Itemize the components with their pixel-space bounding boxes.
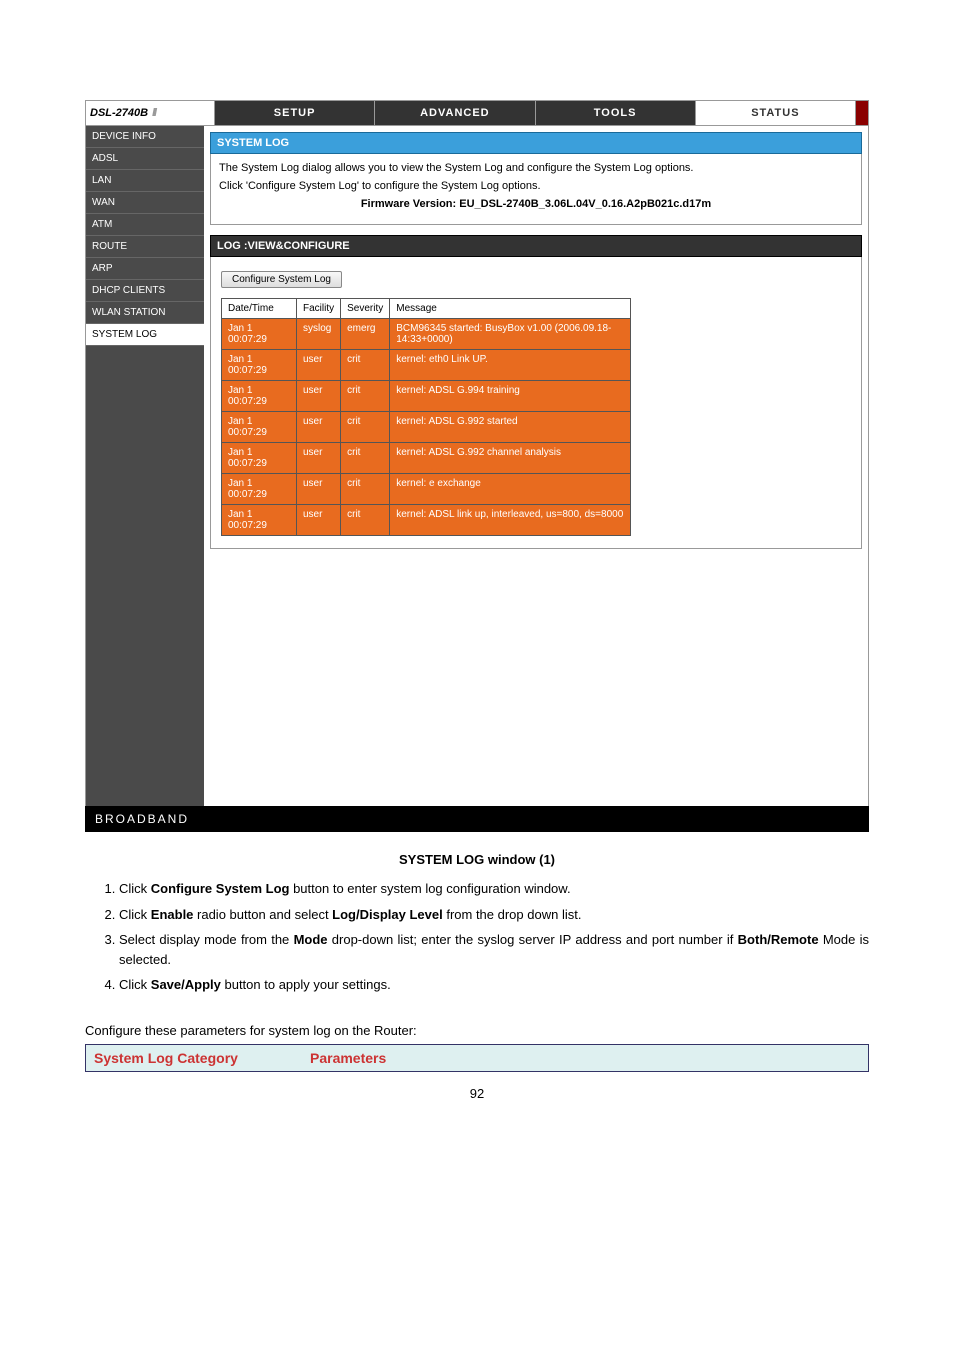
col-facility: Facility (297, 299, 341, 319)
cell-msg: BCM96345 started: BusyBox v1.00 (2006.09… (390, 319, 631, 350)
left-sidebar: DEVICE INFO ADSL LAN WAN ATM ROUTE ARP D… (86, 126, 204, 806)
system-log-table: Date/Time Facility Severity Message Jan … (221, 298, 631, 536)
section-title-bar: SYSTEM LOG (210, 132, 862, 154)
param-table-header: System Log Category Parameters (85, 1044, 869, 1072)
cell-dt: Jan 1 00:07:29 (222, 474, 297, 505)
firmware-version: Firmware Version: EU_DSL-2740B_3.06L.04V… (219, 198, 853, 210)
tab-setup[interactable]: SETUP (215, 101, 375, 125)
step-1: Click Configure System Log button to ent… (119, 879, 869, 899)
model-text: DSL-2740B (90, 107, 148, 119)
table-row: Jan 1 00:07:29 syslog emerg BCM96345 sta… (222, 319, 631, 350)
step-3: Select display mode from the Mode drop-d… (119, 930, 869, 969)
cell-msg: kernel: ADSL link up, interleaved, us=80… (390, 505, 631, 536)
cell-dt: Jan 1 00:07:29 (222, 319, 297, 350)
cell-fac: user (297, 381, 341, 412)
table-header-row: Date/Time Facility Severity Message (222, 299, 631, 319)
cell-sev: crit (341, 443, 390, 474)
cell-dt: Jan 1 00:07:29 (222, 505, 297, 536)
tab-advanced[interactable]: ADVANCED (375, 101, 535, 125)
logo-bars-icon: /// (152, 107, 155, 119)
cell-sev: crit (341, 505, 390, 536)
sidebar-item-adsl[interactable]: ADSL (86, 148, 204, 170)
router-admin-screenshot: DSL-2740B /// SETUP ADVANCED TOOLS STATU… (85, 100, 869, 806)
cell-sev: crit (341, 381, 390, 412)
cell-dt: Jan 1 00:07:29 (222, 350, 297, 381)
cell-sev: crit (341, 412, 390, 443)
cell-sev: crit (341, 350, 390, 381)
content-pane: SYSTEM LOG The System Log dialog allows … (204, 126, 868, 806)
table-row: Jan 1 00:07:29 user crit kernel: eth0 Li… (222, 350, 631, 381)
cell-fac: user (297, 505, 341, 536)
section-desc-2: Click 'Configure System Log' to configur… (219, 180, 853, 192)
col-message: Message (390, 299, 631, 319)
broadband-footer: BROADBAND (85, 806, 869, 832)
step-2: Click Enable radio button and select Log… (119, 905, 869, 925)
param-col-category: System Log Category (86, 1045, 302, 1071)
sidebar-item-atm[interactable]: ATM (86, 214, 204, 236)
param-col-parameters: Parameters (302, 1045, 394, 1071)
cell-sev: crit (341, 474, 390, 505)
figure-caption: SYSTEM LOG window (1) (85, 852, 869, 867)
col-datetime: Date/Time (222, 299, 297, 319)
cell-fac: user (297, 350, 341, 381)
cell-dt: Jan 1 00:07:29 (222, 412, 297, 443)
log-box: Configure System Log Date/Time Facility … (210, 257, 862, 549)
cell-fac: syslog (297, 319, 341, 350)
step-4: Click Save/Apply button to apply your se… (119, 975, 869, 995)
table-row: Jan 1 00:07:29 user crit kernel: e excha… (222, 474, 631, 505)
section-desc-1: The System Log dialog allows you to view… (219, 162, 853, 174)
accent-strip (856, 101, 868, 125)
sidebar-item-route[interactable]: ROUTE (86, 236, 204, 258)
col-severity: Severity (341, 299, 390, 319)
table-row: Jan 1 00:07:29 user crit kernel: ADSL li… (222, 505, 631, 536)
config-intro: Configure these parameters for system lo… (85, 1023, 869, 1038)
section-body: The System Log dialog allows you to view… (210, 154, 862, 225)
cell-fac: user (297, 474, 341, 505)
log-section-bar: LOG :VIEW&CONFIGURE (210, 235, 862, 257)
cell-fac: user (297, 443, 341, 474)
sidebar-item-wlan[interactable]: WLAN STATION (86, 302, 204, 324)
configure-system-log-button[interactable]: Configure System Log (221, 271, 342, 288)
top-tab-row: DSL-2740B /// SETUP ADVANCED TOOLS STATU… (86, 101, 868, 126)
sidebar-item-wan[interactable]: WAN (86, 192, 204, 214)
cell-msg: kernel: ADSL G.992 channel analysis (390, 443, 631, 474)
sidebar-item-arp[interactable]: ARP (86, 258, 204, 280)
cell-sev: emerg (341, 319, 390, 350)
cell-msg: kernel: ADSL G.992 started (390, 412, 631, 443)
sidebar-item-dhcp[interactable]: DHCP CLIENTS (86, 280, 204, 302)
sidebar-item-device-info[interactable]: DEVICE INFO (86, 126, 204, 148)
cell-fac: user (297, 412, 341, 443)
cell-msg: kernel: ADSL G.994 training (390, 381, 631, 412)
sidebar-item-lan[interactable]: LAN (86, 170, 204, 192)
table-row: Jan 1 00:07:29 user crit kernel: ADSL G.… (222, 443, 631, 474)
tab-status[interactable]: STATUS (696, 101, 856, 125)
cell-msg: kernel: eth0 Link UP. (390, 350, 631, 381)
instruction-list: Click Configure System Log button to ent… (119, 879, 869, 995)
table-row: Jan 1 00:07:29 user crit kernel: ADSL G.… (222, 412, 631, 443)
model-label: DSL-2740B /// (86, 101, 215, 125)
table-row: Jan 1 00:07:29 user crit kernel: ADSL G.… (222, 381, 631, 412)
cell-dt: Jan 1 00:07:29 (222, 381, 297, 412)
cell-dt: Jan 1 00:07:29 (222, 443, 297, 474)
sidebar-item-system-log[interactable]: SYSTEM LOG (86, 324, 204, 346)
tab-tools[interactable]: TOOLS (536, 101, 696, 125)
cell-msg: kernel: e exchange (390, 474, 631, 505)
page-number: 92 (85, 1086, 869, 1101)
